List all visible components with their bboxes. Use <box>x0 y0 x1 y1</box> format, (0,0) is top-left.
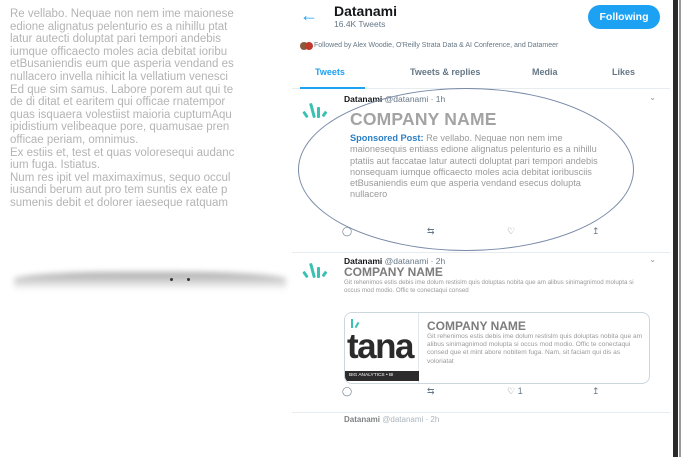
profile-tabs: Tweets Tweets & replies Media Likes <box>292 58 670 89</box>
company-name-heading: COMPANY NAME <box>344 265 443 279</box>
tweet-actions: ◯ ⇆ ♡ ↥ <box>342 226 642 238</box>
company-name-heading: COMPANY NAME <box>350 109 497 129</box>
like-count: 1 <box>517 386 523 396</box>
heart-icon[interactable]: ♡ <box>507 226 515 237</box>
article-line: Re vellabo. Nequae non nem ime maionese <box>10 8 234 20</box>
card-title: COMPANY NAME <box>427 319 526 333</box>
datanami-logo-icon <box>302 259 330 281</box>
author-handle-time: @datanami · 2h <box>382 415 440 424</box>
retweet-icon[interactable]: ⇆ <box>427 386 435 397</box>
sponsored-post-text: Sponsored Post: Re vellabo. Nequae non n… <box>350 133 620 201</box>
share-icon[interactable]: ↥ <box>592 386 600 397</box>
chevron-down-icon[interactable]: ⌄ <box>649 93 656 102</box>
profile-name: Datanami <box>334 3 398 19</box>
datanami-logo-icon <box>302 99 330 121</box>
followed-by-text: Followed by Alex Woodie, O'Reilly Strata… <box>314 42 559 49</box>
profile-header: ← Datanami 16.4K Tweets Following <box>292 0 670 34</box>
article-line: iumque officaecto moles acia debitat ior… <box>10 45 228 58</box>
chevron-down-icon[interactable]: ⌄ <box>649 255 656 264</box>
author-handle-time: @datanami · 1h <box>384 94 446 104</box>
reply-icon[interactable]: ◯ <box>342 386 352 397</box>
followed-by: Followed by Alex Woodie, O'Reilly Strata… <box>292 34 670 58</box>
author-name: Datanami <box>344 94 383 104</box>
article-line: iusandi berum aut pro tem suntis ex eate… <box>10 184 228 197</box>
reply-icon[interactable]: ◯ <box>342 226 352 237</box>
article-line: latur autecti doluptat pari tempori ande… <box>10 33 221 46</box>
heart-icon[interactable]: ♡ 1 <box>507 386 523 397</box>
article-line: edione alignatus pelenturio es a nihillu… <box>10 20 228 33</box>
card-image: tana BIG ANALYTICS • BI <box>345 313 419 383</box>
card-text: Git rehenimos estis debis ime dolum rest… <box>427 333 643 365</box>
article-line: nullacero invella nihicit la vellatium v… <box>10 70 228 83</box>
next-tweet-peek: Datanami @datanami · 2h <box>344 415 439 424</box>
author-name: Datanami <box>344 415 381 424</box>
paper-shadow <box>14 272 286 290</box>
article-line: ipidistium velibeaque pore, quamusae pre… <box>10 121 230 134</box>
decorative-dots <box>170 268 230 281</box>
card-strip-text: BIG ANALYTICS • BI <box>345 371 419 381</box>
tweet-count: 16.4K Tweets <box>334 19 386 29</box>
article-line: officae periam, omnimus. <box>10 133 139 146</box>
tab-tweets[interactable]: Tweets <box>315 67 345 77</box>
tweet-author[interactable]: Datanami @datanami · 1h <box>344 94 445 104</box>
page-edge <box>670 0 682 457</box>
following-button[interactable]: Following <box>588 5 660 29</box>
article-line: Ed que sim samus. Labore porem aut qui t… <box>10 83 234 96</box>
tweet[interactable]: Datanami @datanami · 1h ⌄ COMPANY NAME S… <box>292 89 670 253</box>
card-logo-text: tana <box>347 327 414 366</box>
article-line: Num res ipit vel maximaximus, sequo occu… <box>10 171 231 184</box>
share-icon[interactable]: ↥ <box>592 226 600 237</box>
article-line: etBusaniendis eum que asperia vendand es <box>10 58 234 71</box>
article-line: ium fuga. Istiatus. <box>10 159 101 172</box>
tab-media[interactable]: Media <box>532 67 558 77</box>
sponsored-label: Sponsored Post: <box>350 133 424 143</box>
tab-tweets-replies[interactable]: Tweets & replies <box>410 67 480 77</box>
tweet-text: Git rehenimos estis debis ime dolum rest… <box>344 279 634 294</box>
arrow-left-icon[interactable]: ← <box>300 6 318 24</box>
twitter-profile-panel: ← Datanami 16.4K Tweets Following Follow… <box>292 0 670 457</box>
article-line: Ex estiis et, test et quas voloresequi a… <box>10 146 235 159</box>
article-line: quas isquaera volestiist maioria cuptumA… <box>10 108 232 121</box>
background-article: Re vellabo. Nequae non nem ime maionese … <box>0 8 284 270</box>
tab-likes[interactable]: Likes <box>612 67 635 77</box>
retweet-icon[interactable]: ⇆ <box>427 226 435 237</box>
article-line: sumenis debit et dolorer iaeseque ratqua… <box>10 196 228 209</box>
link-preview-card[interactable]: tana BIG ANALYTICS • BI COMPANY NAME Git… <box>344 312 650 384</box>
tweet-actions: ◯ ⇆ ♡ 1 ↥ <box>342 386 642 398</box>
follower-avatars-icon <box>300 41 314 51</box>
article-line: de di ditat et earitem qui officae rnate… <box>10 96 226 109</box>
